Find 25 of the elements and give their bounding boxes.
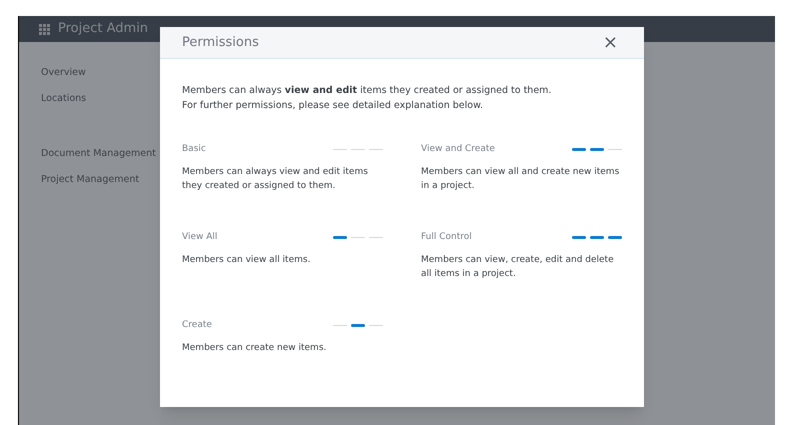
- sidebar-item[interactable]: Locations: [41, 92, 161, 106]
- apps-grid-icon[interactable]: [39, 24, 50, 34]
- app-title: Project Admin: [58, 20, 148, 38]
- sidebar-item[interactable]: Project Management: [41, 172, 161, 187]
- level-name: Basic: [182, 143, 206, 156]
- sidebar-item[interactable]: Overview: [41, 66, 161, 80]
- close-button[interactable]: ×: [598, 34, 622, 52]
- level-name: View All: [182, 231, 218, 244]
- level-name: Create: [182, 319, 212, 332]
- level-description: Members can create new items.: [182, 342, 328, 354]
- permission-indicator: [572, 236, 622, 240]
- dialog-title: Permissions: [182, 34, 259, 52]
- level-description: Members can view all and create new items in a project.: [421, 166, 620, 192]
- level-description: Members can view, create, edit and delete all items in a project.: [421, 254, 615, 280]
- permission-indicator: [572, 148, 622, 152]
- level-name: View and Create: [421, 143, 495, 156]
- level-description: Members can view all items.: [182, 254, 312, 266]
- sidebar-item[interactable]: Document Management: [41, 146, 161, 161]
- intro-text: Members can always view and edit items they created or assigned to them.: [182, 84, 552, 98]
- level-description: Members can always view and edit items they created or assigned to them.: [182, 166, 369, 192]
- permission-indicator: [333, 324, 383, 328]
- permission-indicator: [333, 236, 383, 240]
- permission-indicator: [333, 149, 383, 150]
- level-name: Full Control: [421, 231, 472, 244]
- intro-text: For further permissions, please see detailed explanation below.: [182, 99, 484, 113]
